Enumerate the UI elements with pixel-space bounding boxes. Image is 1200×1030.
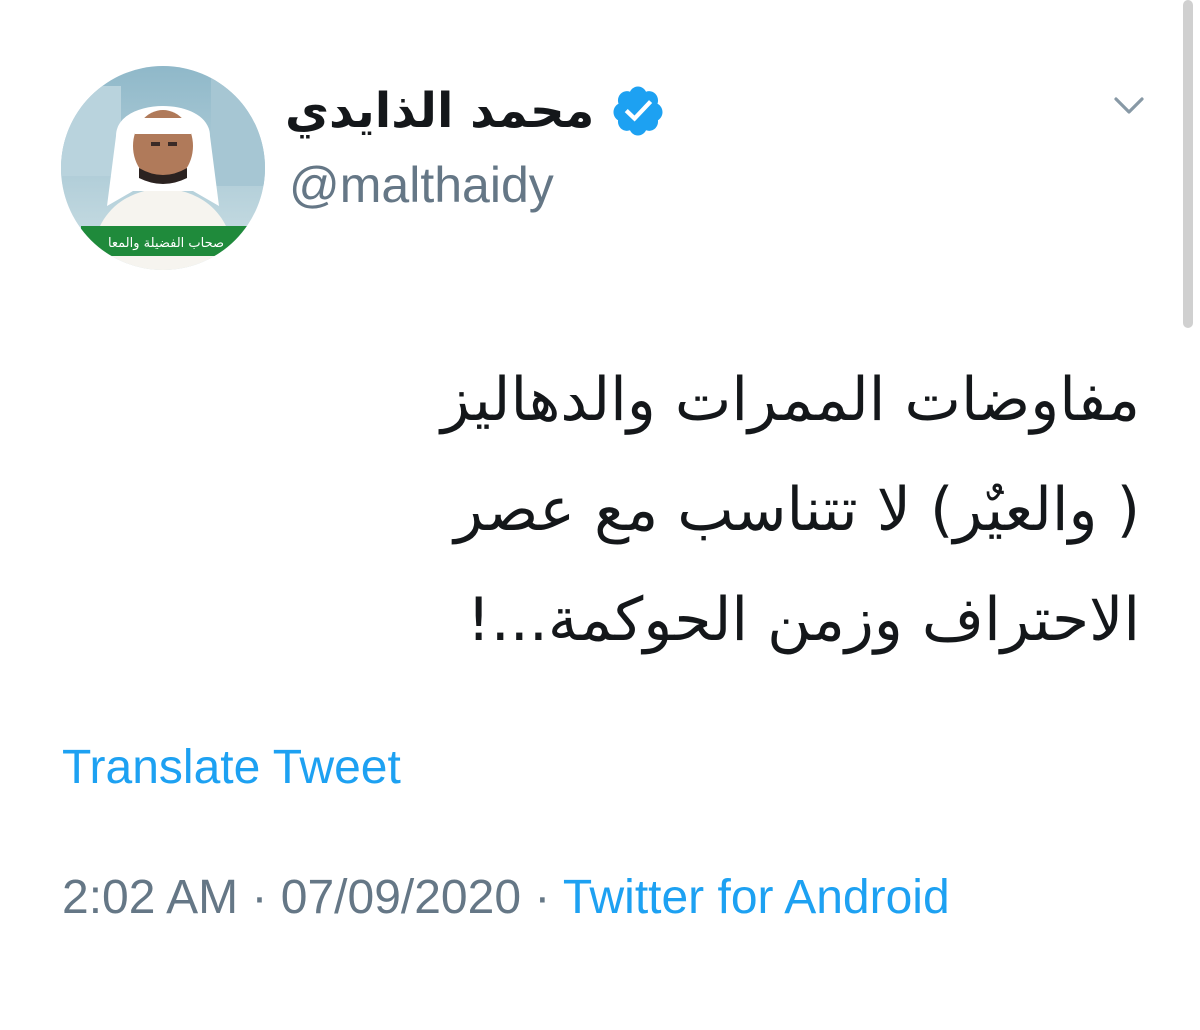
tweet-card: صحاب الفضيلة والمعا محمد الذايدي @maltha…: [0, 0, 1200, 1030]
meta-separator: ·: [251, 871, 268, 924]
tweet-text-line: ( والعيٌر) لا تتناسب مع عصر: [454, 475, 1140, 545]
scrollbar-thumb[interactable]: [1183, 0, 1193, 328]
meta-separator: ·: [534, 871, 551, 924]
tweet-text-line: مفاوضات الممرات والدهاليز: [440, 365, 1140, 435]
avatar[interactable]: صحاب الفضيلة والمعا: [61, 66, 265, 270]
avatar-caption: صحاب الفضيلة والمعا: [108, 236, 224, 251]
chevron-down-icon[interactable]: [1106, 82, 1152, 128]
translate-tweet-link[interactable]: Translate Tweet: [62, 744, 401, 792]
tweet-source-link[interactable]: Twitter for Android: [563, 871, 950, 924]
user-handle[interactable]: @malthaidy: [289, 160, 554, 210]
author-block: محمد الذايدي @malthaidy: [285, 62, 745, 222]
tweet-date[interactable]: 07/09/2020: [281, 871, 521, 924]
tweet-text: مفاوضات الممرات والدهاليز ( والعيٌر) لا ت…: [140, 345, 1140, 675]
tweet-text-line: الاحتراف وزمن الحوكمة...!: [466, 585, 1140, 655]
avatar-image: صحاب الفضيلة والمعا: [61, 66, 265, 270]
scrollbar[interactable]: [1183, 0, 1195, 330]
verified-badge-icon: [613, 86, 663, 136]
display-name[interactable]: محمد الذايدي: [285, 87, 594, 135]
tweet-time[interactable]: 2:02 AM: [62, 871, 238, 924]
name-row: محمد الذايدي: [285, 76, 666, 146]
tweet-meta: 2:02 AM · 07/09/2020 · Twitter for Andro…: [62, 858, 1062, 938]
